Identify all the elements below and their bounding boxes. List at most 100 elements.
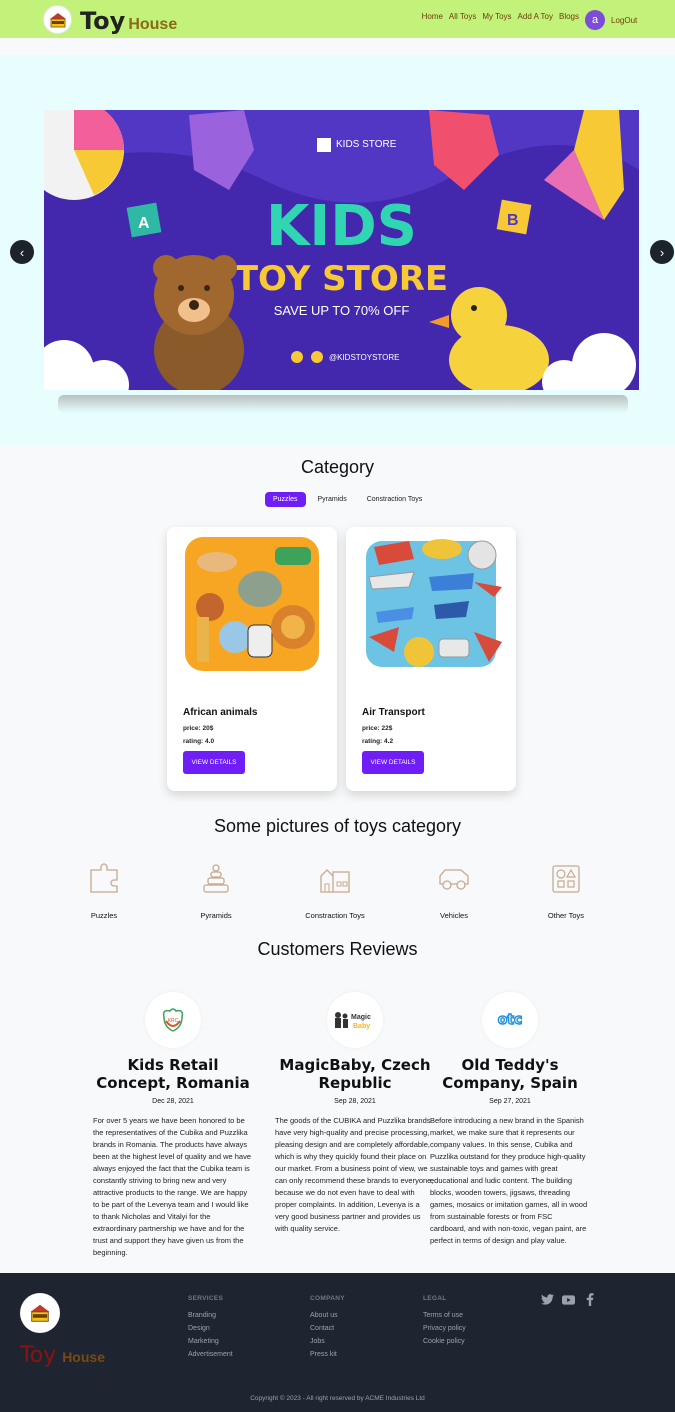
social-links — [541, 1293, 596, 1306]
footer-brand-toy: Toy — [20, 1343, 57, 1368]
footer-link[interactable]: About us — [310, 1312, 345, 1319]
footer-link[interactable]: Advertisement — [188, 1351, 233, 1358]
footer-brand-house: House — [62, 1349, 105, 1365]
brand[interactable]: Toy House — [80, 7, 177, 35]
logo-icon[interactable] — [43, 5, 72, 34]
footer-legal: LEGAL Terms of use Privacy policy Cookie… — [423, 1295, 466, 1351]
car-icon — [439, 869, 469, 890]
category-label: Pyramids — [200, 911, 232, 920]
banner-shadow — [58, 395, 628, 413]
banner-line3: SAVE UP TO 70% OFF — [274, 303, 410, 318]
toy-card: African animals price: 20$ rating: 4.0 V… — [167, 527, 337, 791]
pictures-title: Some pictures of toys category — [213, 816, 462, 836]
footer-link[interactable]: Privacy policy — [423, 1325, 466, 1332]
nav-links: Home All Toys My Toys Add A Toy Blogs — [422, 12, 579, 21]
category-label: Vehicles — [440, 911, 468, 920]
footer-link[interactable]: Branding — [188, 1312, 233, 1319]
company-name: Kids Retail Concept, Romania — [96, 1056, 250, 1092]
brand-house: House — [128, 16, 178, 33]
toy-name: Air Transport — [362, 707, 425, 718]
toy-name: African animals — [183, 707, 258, 718]
category-tabs: Puzzles Pyramids Constraction Toys — [265, 492, 430, 507]
puzzle-icon — [90, 863, 118, 893]
carousel-next-button[interactable]: › — [650, 240, 674, 264]
footer-link[interactable]: Jobs — [310, 1338, 345, 1345]
hero-carousel: A B KIDS STORE KIDS TOY STORE SAVE UP TO… — [0, 55, 675, 445]
footer-link[interactable]: Marketing — [188, 1338, 233, 1345]
review-date: Sep 27, 2021 — [489, 1098, 531, 1105]
footer-link[interactable]: Terms of use — [423, 1312, 466, 1319]
nav-add-toy[interactable]: Add A Toy — [518, 12, 553, 21]
footer-brand: Toy House — [20, 1343, 105, 1368]
facebook-icon[interactable] — [583, 1293, 596, 1306]
banner-line1: KIDS — [266, 194, 417, 259]
chevron-left-icon: ‹ — [19, 244, 25, 260]
toy-rating: rating: 4.0 — [183, 738, 215, 745]
nav-my-toys[interactable]: My Toys — [482, 12, 511, 21]
toy-price: price: 20$ — [183, 725, 214, 732]
category-puzzles[interactable]: Puzzles — [59, 862, 149, 920]
footer-link[interactable]: Design — [188, 1325, 233, 1332]
review-card: Magic Baby MagicBaby, Czech Republic Sep… — [275, 992, 435, 1235]
nav-all-toys[interactable]: All Toys — [449, 12, 476, 21]
view-details-button[interactable]: VIEW DETAILS — [362, 751, 424, 774]
carousel-prev-button[interactable]: ‹ — [10, 240, 34, 264]
hero-banner: A B KIDS STORE KIDS TOY STORE SAVE UP TO… — [44, 110, 639, 390]
navbar: Toy House Home All Toys My Toys Add A To… — [0, 0, 675, 38]
banner-kids-store: KIDS STORE — [336, 139, 397, 150]
toy-card: Air Transport price: 22$ rating: 4.2 VIE… — [346, 527, 516, 791]
review-card: KRC Kids Retail Concept, Romania Dec 28,… — [93, 992, 253, 1259]
view-details-button[interactable]: VIEW DETAILS — [183, 751, 245, 774]
review-text: For over 5 years we have been honored to… — [93, 1116, 252, 1257]
category-label: Other Toys — [547, 911, 585, 920]
footer: Toy House SERVICES Branding Design Marke… — [0, 1273, 675, 1412]
footer-heading: SERVICES — [188, 1295, 224, 1302]
category-label: Constraction Toys — [305, 911, 365, 920]
footer-heading: LEGAL — [423, 1295, 447, 1302]
avatar[interactable]: a — [585, 10, 605, 30]
footer-link[interactable]: Cookie policy — [423, 1338, 466, 1345]
tab-pyramids[interactable]: Pyramids — [310, 492, 355, 507]
logo-text: otc — [498, 1012, 523, 1028]
tab-constraction-toys[interactable]: Constraction Toys — [359, 492, 431, 507]
review-date: Sep 28, 2021 — [334, 1098, 376, 1105]
logout-link[interactable]: LogOut — [611, 16, 637, 25]
footer-link[interactable]: Contact — [310, 1325, 345, 1332]
category-other-toys[interactable]: Other Toys — [521, 862, 611, 920]
tab-puzzles[interactable]: Puzzles — [265, 492, 306, 507]
category-pyramids[interactable]: Pyramids — [171, 862, 261, 920]
banner-line2: TOY STORE — [235, 259, 448, 299]
copyright: Copyright © 2023 - All right reserved by… — [250, 1395, 425, 1402]
toy-image — [175, 527, 329, 682]
company-logo: otc — [482, 992, 538, 1048]
review-text: The goods of the CUBIKA and Puzzlika bra… — [275, 1116, 434, 1233]
banner-handle: @KIDSTOYSTORE — [329, 353, 400, 362]
shapes-icon — [552, 865, 580, 893]
footer-company: COMPANY About us Contact Jobs Press kit — [310, 1295, 345, 1364]
footer-link[interactable]: Press kit — [310, 1351, 345, 1358]
nav-home[interactable]: Home — [422, 12, 443, 21]
castle-icon — [320, 869, 350, 893]
svg-text:Baby: Baby — [353, 1023, 370, 1030]
category-vehicles[interactable]: Vehicles — [409, 862, 499, 920]
toy-image — [354, 527, 508, 682]
svg-text:B: B — [507, 212, 519, 229]
twitter-icon[interactable] — [541, 1293, 554, 1306]
category-label: Puzzles — [90, 911, 118, 920]
svg-text:Magic: Magic — [351, 1014, 371, 1021]
footer-services: SERVICES Branding Design Marketing Adver… — [188, 1295, 233, 1364]
chevron-right-icon: › — [659, 244, 665, 260]
toy-rating: rating: 4.2 — [362, 738, 394, 745]
category-constraction-toys[interactable]: Constraction Toys — [290, 862, 380, 920]
toy-price: price: 22$ — [362, 725, 393, 732]
pyramid-icon — [203, 864, 229, 893]
nav-blogs[interactable]: Blogs — [559, 12, 579, 21]
svg-text:A: A — [138, 215, 150, 232]
company-logo: KRC — [145, 992, 201, 1048]
company-name: MagicBaby, Czech Republic — [279, 1056, 431, 1092]
footer-logo-icon[interactable] — [20, 1293, 60, 1333]
youtube-icon[interactable] — [562, 1293, 575, 1306]
company-logo: Magic Baby — [327, 992, 383, 1048]
reviews-title: Customers Reviews — [257, 939, 418, 959]
company-name: Old Teddy's Company, Spain — [442, 1056, 578, 1092]
